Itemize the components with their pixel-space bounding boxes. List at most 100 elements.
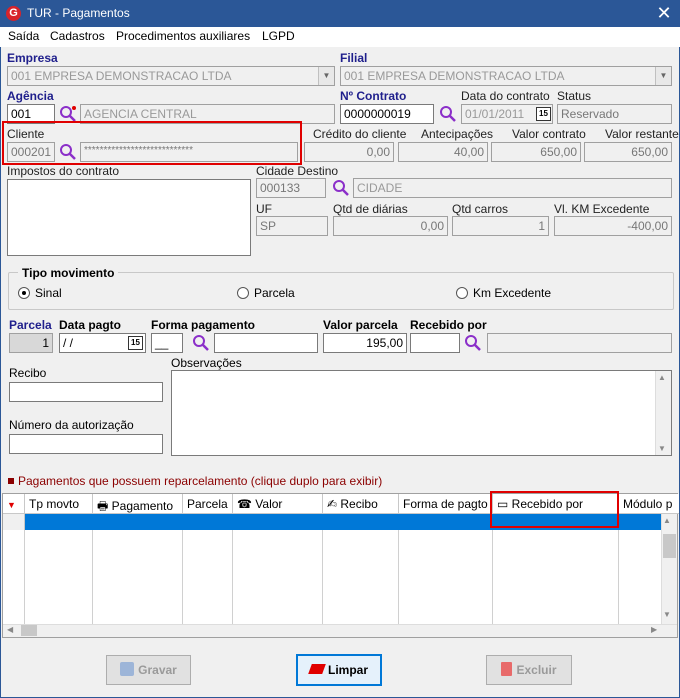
qtd-diarias-label: Qtd de diárias (333, 202, 408, 216)
cidade-destino-code-field: 000133 (256, 178, 326, 198)
autorizacao-input[interactable] (9, 434, 163, 454)
uf-label: UF (256, 202, 272, 216)
vl-km-field: -400,00 (554, 216, 672, 236)
grid-col-parcela[interactable]: Parcela (183, 494, 233, 514)
grid-vertical-scrollbar[interactable] (661, 514, 677, 624)
excluir-button-label: Excluir (516, 663, 557, 677)
impostos-label: Impostos do contrato (7, 164, 120, 178)
observacoes-scroll-up-icon[interactable]: ▲ (658, 373, 666, 382)
contrato-search-icon[interactable] (439, 105, 457, 123)
forma-pagamento-code-input[interactable]: __ (151, 333, 183, 353)
recebido-por-highlight-box (490, 491, 619, 528)
grid-col-recibo[interactable]: ✍ Recibo (323, 494, 399, 514)
data-pagto-label: Data pagto (59, 318, 122, 332)
filial-label: Filial (340, 51, 368, 65)
cliente-name-field: **************************** (80, 142, 298, 162)
grid-hscroll-thumb[interactable] (21, 625, 37, 636)
grid-col-pagamento-label: Pagamento (111, 499, 174, 513)
qtd-carros-label: Qtd carros (452, 202, 509, 216)
grid-col-forma-pagto[interactable]: Forma de pagto (399, 494, 493, 514)
cliente-code-field: 000201 (7, 142, 55, 162)
radio-sinal[interactable] (18, 287, 30, 299)
cliente-search-icon[interactable] (59, 143, 77, 161)
recibo-label: Recibo (9, 366, 47, 380)
observacoes-label: Observações (171, 356, 242, 370)
radio-parcela-label[interactable]: Parcela (254, 286, 295, 300)
menu-lgpd[interactable]: LGPD (262, 29, 295, 43)
gravar-button-label: Gravar (138, 663, 177, 677)
cliente-label: Cliente (7, 127, 45, 141)
grid-divider (182, 530, 183, 625)
recebido-por-search-icon[interactable] (464, 334, 482, 352)
data-pagto-calendar-icon[interactable]: 15 (128, 336, 143, 350)
grid-row-indicator[interactable] (3, 514, 25, 530)
data-contrato-calendar-icon[interactable]: 15 (536, 107, 551, 121)
printer-icon: 🖶 (97, 499, 112, 513)
grid-scroll-right-icon[interactable]: ▶ (651, 625, 657, 634)
save-icon (120, 662, 135, 676)
empresa-select[interactable]: 001 EMPRESA DEMONSTRACAO LTDA (7, 66, 335, 86)
recibo-input[interactable] (9, 382, 163, 402)
valor-parcela-label: Valor parcela (323, 318, 398, 332)
close-icon[interactable]: ✕ (652, 2, 676, 24)
grid-divider (492, 530, 493, 625)
grid-divider (92, 530, 93, 625)
grid-scroll-thumb[interactable] (663, 534, 676, 558)
grid-col-tp-movto[interactable]: Tp movto (25, 494, 93, 514)
agencia-label: Agência (7, 89, 54, 103)
grid-indicator-header: ▼ (3, 494, 25, 514)
grid-divider (24, 530, 25, 625)
recebido-por-name-field (487, 333, 672, 353)
grid-note-bullet-icon (8, 478, 14, 484)
grid-divider (618, 530, 619, 625)
grid-scroll-down-icon[interactable]: ▼ (663, 610, 671, 619)
grid-note: Pagamentos que possuem reparcelamento (c… (18, 474, 383, 488)
tipo-movimento-label: Tipo movimento (18, 266, 119, 280)
grid-scroll-up-icon[interactable]: ▲ (663, 516, 671, 525)
valor-contrato-label: Valor contrato (512, 127, 586, 141)
grid-scroll-left-icon[interactable]: ◀ (7, 625, 13, 634)
parcela-field: 1 (9, 333, 53, 353)
forma-pagamento-name-input[interactable] (214, 333, 318, 353)
grid-col-valor-label: Valor (255, 497, 283, 511)
gravar-button[interactable]: Gravar (106, 655, 191, 685)
limpar-button-label: Limpar (327, 663, 368, 677)
recebido-por-code-input[interactable] (410, 333, 460, 353)
radio-km-excedente[interactable] (456, 287, 468, 299)
excluir-button[interactable]: Excluir (486, 655, 572, 685)
menu-cadastros[interactable]: Cadastros (50, 29, 105, 43)
observacoes-scrollbar[interactable] (655, 371, 671, 455)
vl-km-label: Vl. KM Excedente (554, 202, 650, 216)
grid-divider (232, 530, 233, 625)
window-title: TUR - Pagamentos (27, 6, 130, 20)
grid-horizontal-scrollbar[interactable] (3, 624, 677, 637)
grid-col-valor[interactable]: ☎ Valor (233, 494, 323, 514)
autorizacao-label: Número da autorização (9, 418, 134, 432)
limpar-button[interactable]: Limpar (296, 654, 382, 686)
grid-col-pagamento[interactable]: 🖶 Pagamento (93, 494, 183, 514)
radio-sinal-label[interactable]: Sinal (35, 286, 62, 300)
grid-col-modulo[interactable]: Módulo p (619, 494, 679, 514)
cidade-search-icon[interactable] (332, 179, 350, 197)
uf-field: SP (256, 216, 328, 236)
cidade-destino-label: Cidade Destino (256, 164, 339, 178)
filial-select[interactable]: 001 EMPRESA DEMONSTRACAO LTDA (340, 66, 672, 86)
recebido-por-label: Recebido por (410, 318, 487, 332)
valor-parcela-input[interactable]: 195,00 (323, 333, 407, 353)
filial-chevron-down-icon[interactable]: ▼ (655, 67, 671, 85)
radio-parcela[interactable] (237, 287, 249, 299)
observacoes-memo[interactable] (171, 370, 672, 456)
menu-procedimentos[interactable]: Procedimentos auxiliares (116, 29, 250, 43)
observacoes-scroll-down-icon[interactable]: ▼ (658, 444, 666, 453)
impostos-memo[interactable] (7, 179, 251, 256)
empresa-chevron-down-icon[interactable]: ▼ (318, 67, 334, 85)
credito-field: 0,00 (304, 142, 394, 162)
valor-contrato-field: 650,00 (491, 142, 581, 162)
contrato-label: Nº Contrato (340, 89, 407, 103)
contrato-input[interactable]: 0000000019 (340, 104, 434, 124)
menu-saida[interactable]: Saída (8, 29, 39, 43)
grid-col-recibo-label: Recibo (340, 497, 378, 511)
grid-divider (322, 530, 323, 625)
forma-pagamento-search-icon[interactable] (192, 334, 210, 352)
radio-km-excedente-label[interactable]: Km Excedente (473, 286, 551, 300)
